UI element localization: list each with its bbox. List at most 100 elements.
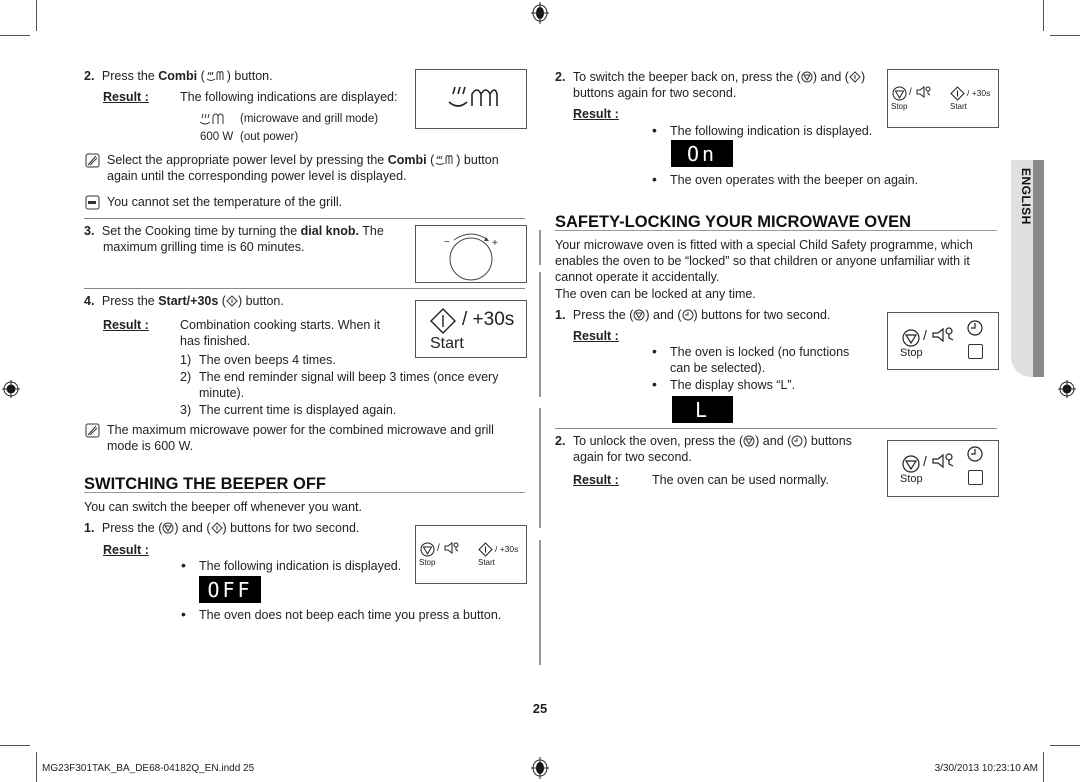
column-divider xyxy=(539,540,541,665)
right-step-2-bullet-2: The oven operates with the beeper on aga… xyxy=(670,173,919,187)
clock-icon xyxy=(967,320,983,336)
combi-display-panel xyxy=(415,69,527,129)
slash: / xyxy=(923,453,927,469)
language-tab-label: ENGLISH xyxy=(1019,168,1033,225)
dial-plus: + xyxy=(492,238,498,249)
crop-mark xyxy=(1043,0,1044,31)
clock-icon xyxy=(967,446,983,462)
safety-para-line: The oven can be locked at any time. xyxy=(555,287,756,301)
text: To unlock the oven, press the ( xyxy=(572,434,744,448)
power-value: 600 W xyxy=(200,131,234,143)
right-step-2-beeper-on: 2. To switch the beeper back on, press t… xyxy=(555,69,865,85)
step-3-dial: 3. Set the Cooking time by turning the d… xyxy=(84,223,384,239)
hand-pointer-icon xyxy=(85,195,100,210)
result-label: Result : xyxy=(573,473,619,487)
text: ) and ( xyxy=(174,521,211,535)
beeper-step-1: 1. Press the () and () buttons for two s… xyxy=(84,520,359,536)
registration-mark-icon xyxy=(1058,380,1076,398)
text: button. xyxy=(242,294,284,308)
list-text: The end reminder signal will beep 3 time… xyxy=(199,370,499,384)
text: To switch the beeper back on, press the … xyxy=(572,70,801,84)
combi-label: Combi xyxy=(387,153,427,167)
lcd-display-on: On xyxy=(671,140,733,167)
page-number: 25 xyxy=(532,701,548,716)
start-icon xyxy=(226,295,238,307)
clock-icon xyxy=(682,309,693,321)
crop-mark xyxy=(36,0,37,31)
slash: / xyxy=(437,543,440,554)
plus30-label: / +30s xyxy=(967,88,991,98)
start-icon xyxy=(950,86,965,101)
slash: / xyxy=(909,87,912,98)
divider xyxy=(84,288,525,289)
start-label: Start xyxy=(478,558,495,567)
right-step-2-bullet-1: The following indication is displayed. xyxy=(670,124,873,138)
result-label: Result : xyxy=(573,107,619,121)
safety-para-line: enables the oven to be “locked” so that … xyxy=(555,254,970,268)
right-step-2-line2: buttons again for two second. xyxy=(573,86,737,100)
note-grill-temp: You cannot set the temperature of the gr… xyxy=(107,195,343,209)
list-text: The oven beeps 4 times. xyxy=(199,353,336,367)
stop-label: Stop xyxy=(419,558,436,567)
start-icon xyxy=(210,522,223,534)
stop-icon xyxy=(902,455,920,473)
text: The xyxy=(359,224,384,238)
dial-knob-panel: − + xyxy=(415,225,527,283)
text: ) and ( xyxy=(812,70,849,84)
stop-icon xyxy=(892,86,907,101)
result-label: Result : xyxy=(573,329,619,343)
column-divider xyxy=(539,272,541,397)
step-4-start: 4. Press the Start/+30s () button. xyxy=(84,294,284,308)
bullet: • xyxy=(652,171,657,187)
stop-start-panel: / Stop / +30s Start xyxy=(887,69,999,128)
stop-clock-panel: / Stop xyxy=(887,440,999,497)
beeper-mute-icon xyxy=(916,86,931,98)
start-label: Start/+30s xyxy=(158,294,219,308)
text: ) and ( xyxy=(645,308,682,322)
stop-icon xyxy=(420,542,435,557)
dial-knob-label: dial knob. xyxy=(300,224,359,238)
stop-start-panel: / Stop / +30s Start xyxy=(415,525,527,584)
beeper-bullet-1: The following indication is displayed. xyxy=(199,559,402,573)
note-power-level: Select the appropriate power level by pr… xyxy=(107,153,499,167)
text: Press the xyxy=(101,294,159,308)
language-tab-edge xyxy=(1033,160,1044,377)
heading-rule xyxy=(555,230,997,231)
stop-icon xyxy=(743,435,755,447)
indication-desc: (microwave and grill mode) xyxy=(240,113,379,125)
stop-icon xyxy=(162,522,174,534)
note-icon xyxy=(85,423,100,438)
heading-rule xyxy=(84,492,525,493)
bullet: • xyxy=(652,376,657,392)
text: ) xyxy=(860,70,866,84)
result-text: Combination cooking starts. When it xyxy=(180,318,381,332)
note-max-power: The maximum microwave power for the comb… xyxy=(107,423,494,437)
start-label: Start xyxy=(430,335,464,352)
note-max-power-line2: mode is 600 W. xyxy=(107,439,194,453)
text: button. xyxy=(230,69,273,83)
column-divider xyxy=(539,408,541,528)
registration-mark-icon xyxy=(1,0,21,20)
step-2-combi: 2. Press the Combi () button. xyxy=(84,69,273,83)
footer-filename: MG23F301TAK_BA_DE68-04182Q_EN.indd 25 xyxy=(42,763,255,774)
safety-step-2: 2. To unlock the oven, press the () and … xyxy=(555,433,852,449)
stop-label: Stop xyxy=(900,347,923,359)
result-label: Result : xyxy=(103,543,149,557)
safety-para-line: Your microwave oven is fitted with a spe… xyxy=(555,238,973,252)
start-button-panel: / +30s Start xyxy=(415,300,527,358)
step-number: 4. xyxy=(84,294,95,308)
note-icon xyxy=(85,153,100,168)
text: ) and ( xyxy=(755,434,792,448)
stop-clock-panel: / Stop xyxy=(887,312,999,370)
stop-icon xyxy=(633,309,645,321)
crop-mark xyxy=(1050,35,1080,36)
start-icon xyxy=(430,308,456,334)
registration-mark-icon xyxy=(531,2,549,24)
list-text: The current time is displayed again. xyxy=(199,403,397,417)
dial-knob-icon: − + xyxy=(444,233,498,281)
list-item: 3) The current time is displayed again. xyxy=(180,402,396,418)
result-text: has finished. xyxy=(180,334,251,348)
lcd-display-off: OFF xyxy=(199,576,261,603)
registration-mark-icon xyxy=(531,757,549,779)
step-number: 1. xyxy=(555,308,566,322)
